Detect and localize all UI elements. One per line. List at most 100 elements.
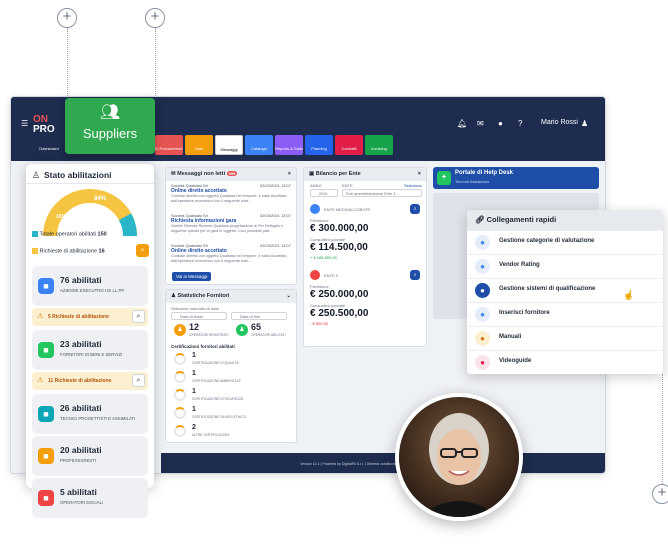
end-date-input[interactable]: Data di fine: [231, 312, 287, 320]
ente-name: ENTE X: [324, 273, 339, 278]
warning-icon: ⚠: [37, 313, 44, 320]
requests-search-button[interactable]: ⌕: [136, 244, 149, 257]
ente-label: ENTE: [342, 183, 353, 188]
quick-link-item[interactable]: ● Inserisci fornitore: [467, 302, 663, 325]
ente-search-button[interactable]: ⌕: [410, 270, 420, 280]
quick-link-label: Videoguide: [499, 358, 532, 364]
dotted-connector-1: [67, 28, 68, 98]
year-select[interactable]: 2021: [310, 189, 338, 197]
total-label: Totale operatori abilitati: [39, 231, 96, 238]
message-body: Cordiale direttto con oggetto Qualsiasi …: [171, 254, 287, 263]
cert-value: 1: [192, 370, 196, 377]
stats-header: ♟ Statistiche Fornitori ⌄: [166, 290, 296, 303]
module-button[interactable]: Reports & Stats: [275, 135, 303, 155]
help-icon[interactable]: ?: [518, 119, 522, 128]
year-label: ANNO: [310, 183, 322, 188]
message-date: 02/03/2021 13:07: [259, 243, 291, 248]
legend-swatch-total: [32, 231, 38, 237]
mail-icon[interactable]: ✉: [477, 119, 484, 128]
footer: Version 10.1 | Powered by DigitalPA S.r.…: [161, 453, 605, 473]
enablement-card[interactable]: ■ 23 abilitati FORNITORI DI BENI E SERVIZI: [32, 330, 148, 370]
avatar: [395, 393, 523, 521]
messages-panel: ✉ Messaggi non letti 999 × Società Quals…: [165, 167, 297, 285]
cert-value: 1: [192, 388, 196, 395]
quick-link-item[interactable]: ● Manuali: [467, 326, 663, 349]
users-icon: 👥︎: [99, 104, 121, 121]
quick-link-label: Inserisci fornitore: [499, 310, 550, 316]
module-button[interactable]: Planning: [305, 135, 333, 155]
suppliers-label: Suppliers: [82, 126, 138, 141]
enabled-count: 23 abilitati: [60, 339, 102, 349]
partial-value: € 114.500,00: [310, 242, 368, 253]
requests-search-button[interactable]: ⌕: [132, 374, 145, 387]
close-icon[interactable]: ×: [418, 171, 421, 177]
category-label: FORNITORI DI BENI E SERVIZI: [60, 352, 123, 357]
message-item[interactable]: Società Qualsiasi Srl 02/03/2021 13:07 Ric…: [171, 213, 291, 239]
delta-value: + € 185.500,00: [310, 255, 337, 260]
cert-label: CERTIFICAZIONE AMBIENTALE: [192, 379, 241, 383]
status-divider: [26, 183, 154, 184]
requests-warning: ⚠ 11 Richieste di abilitazione ⌕: [32, 372, 148, 390]
book-icon: ●: [475, 331, 490, 346]
start-date-input[interactable]: Data di inizio: [171, 312, 227, 320]
budget-header: ▣ Bilancio per Ente ×: [304, 168, 426, 181]
add-user-icon: ●: [475, 307, 490, 322]
quick-link-item[interactable]: ● Gestione sistemi di qualificazione: [467, 278, 663, 301]
quick-links-header: 🔗︎ Collegamenti rapidi: [467, 210, 663, 230]
ente-search-button[interactable]: ⌕: [410, 204, 420, 214]
quick-link-label: Gestione categorie di valutazione: [499, 238, 595, 244]
app-logo: ON PRO: [33, 114, 55, 135]
module-button[interactable]: Contratti: [335, 135, 363, 155]
helpdesk-banner[interactable]: ✦ Portale di Help Desk Tecnodi Assistenz…: [433, 167, 599, 189]
close-icon[interactable]: ×: [288, 171, 291, 177]
ente-name: ENTE MEDIOALCOBOFF: [324, 207, 371, 212]
helpdesk-subtitle: Tecnodi Assistenza: [455, 179, 490, 184]
ente-select[interactable]: Enti amministrazione Ente 1: [342, 189, 422, 197]
supplier-stats-panel: ♟ Statistiche Fornitori ⌄ Selezione inte…: [165, 289, 297, 443]
module-button[interactable]: Invoicing: [365, 135, 393, 155]
enablement-card[interactable]: ■ 5 abilitati OPERATORI SOCIALI: [32, 478, 148, 518]
enablement-card[interactable]: ■ 20 abilitati PROFESSIONISTI: [32, 436, 148, 476]
user-icon[interactable]: ♟: [581, 119, 588, 128]
message-item[interactable]: Società Qualsiasi Srl 02/03/2021 13:07 Onl…: [171, 243, 291, 269]
bell-icon[interactable]: 🔔︎: [457, 119, 467, 128]
cert-value: 2: [192, 424, 196, 431]
helpdesk-icon: ✦: [437, 171, 451, 185]
enablement-card[interactable]: ■ 76 abilitati AZIENDE ESECUTRICI DI LL.PP: [32, 266, 148, 306]
unread-badge: 999: [226, 171, 238, 176]
truck-icon: ■: [38, 342, 54, 358]
go-to-messages-button[interactable]: Vai ai Messaggi: [172, 272, 212, 281]
message-date: 02/03/2021 13:07: [259, 213, 291, 218]
menu-icon[interactable]: ☰: [21, 119, 28, 128]
message-item[interactable]: Società Qualsiasi Srl 02/03/2021 13:07 Onl…: [171, 183, 291, 209]
module-button[interactable]: E-Procurement: [155, 135, 183, 155]
enabled-count: 5 abilitati: [60, 487, 97, 497]
select-ente-link[interactable]: Seleziona: [404, 183, 422, 188]
enablement-status-panel: ♙ Stato abilitazioni 84% 16% Totale oper…: [26, 164, 154, 518]
module-button[interactable]: Gare: [185, 135, 213, 155]
module-button[interactable]: Dashboard: [35, 135, 63, 155]
budget-panel: ▣ Bilancio per Ente × ANNO ENTE Selezion…: [303, 167, 427, 347]
heart-hand-icon: ■: [38, 490, 54, 506]
suppliers-badge[interactable]: 👥︎ Suppliers: [65, 98, 155, 154]
delta-value: - € 500,00: [310, 321, 329, 326]
quick-link-item[interactable]: ● Videoguide: [467, 350, 663, 373]
chevron-down-icon[interactable]: ⌄: [286, 293, 291, 299]
quick-links-title: Collegamenti rapidi: [486, 215, 557, 224]
cert-label: CERTIFICAZIONE DI SICUREZZA: [192, 397, 244, 401]
enablement-card[interactable]: ■ 26 abilitati TECNICI PROGETTISTI E ASSIM…: [32, 394, 148, 434]
quick-link-item[interactable]: ● Vendor Rating: [467, 254, 663, 277]
user-name[interactable]: Mario Rossi: [541, 119, 578, 126]
module-button[interactable]: Catalogo: [245, 135, 273, 155]
requests-warning: ⚠ 5 Richieste di abilitazione ⌕: [32, 308, 148, 326]
quick-link-item[interactable]: ● Gestione categorie di valutazione: [467, 230, 663, 253]
chat-icon[interactable]: ●: [498, 119, 503, 128]
module-button[interactable]: Messaggi: [215, 135, 243, 155]
message-body: Gentile Ricevite Ricevuti Qualsiasi prog…: [171, 224, 284, 233]
tools-icon: ■: [38, 406, 54, 422]
requests-search-button[interactable]: ⌕: [132, 310, 145, 323]
category-label: TECNICI PROGETTISTI E ASSIMILATI: [60, 416, 136, 421]
requests-label: Richieste di abilitazione: [39, 248, 98, 255]
requests-legend: Richieste di abilitazione 16: [32, 248, 105, 254]
cert-ring-icon: [174, 353, 186, 365]
